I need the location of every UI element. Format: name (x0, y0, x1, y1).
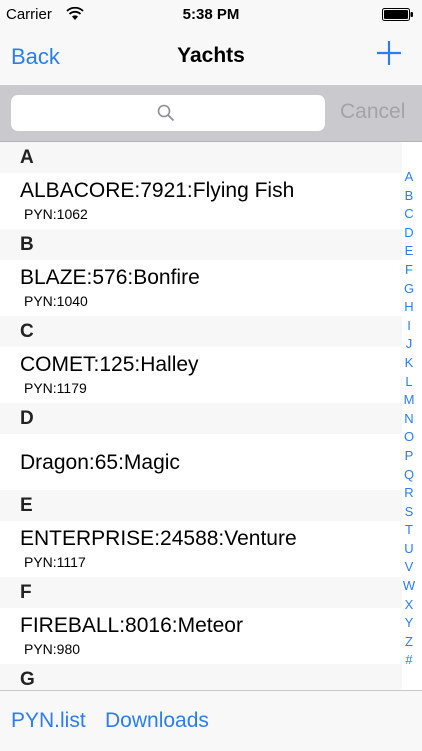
index-letter[interactable]: F (402, 261, 416, 280)
yacht-name: Dragon:65:Magic (20, 451, 180, 474)
status-time: 5:38 PM (182, 6, 240, 23)
add-icon[interactable] (376, 40, 402, 66)
index-letter[interactable]: H (402, 298, 416, 317)
yacht-name: BLAZE:576:Bonfire (20, 266, 200, 289)
index-letter[interactable]: O (402, 428, 416, 447)
list-item[interactable]: COMET:125:Halley PYN:1179 (0, 347, 402, 403)
section-header-f: F (0, 577, 402, 608)
index-letter[interactable]: D (402, 224, 416, 243)
yacht-name: ENTERPRISE:24588:Venture (20, 527, 297, 550)
index-letter[interactable]: Y (402, 614, 416, 633)
section-header-b: B (0, 229, 402, 260)
yacht-list[interactable]: A ALBACORE:7921:Flying Fish PYN:1062 B B… (0, 142, 402, 690)
index-letter[interactable]: J (402, 335, 416, 354)
section-header-g: G (0, 664, 402, 690)
yacht-pyn: PYN:1179 (24, 380, 87, 396)
cancel-button[interactable]: Cancel (340, 100, 405, 124)
section-header-e: E (0, 490, 402, 521)
index-letter[interactable]: I (402, 317, 416, 336)
navigation-bar: Back Yachts (0, 28, 422, 85)
index-letter[interactable]: # (402, 651, 416, 670)
index-letter[interactable]: M (402, 391, 416, 410)
pyn-list-button[interactable]: PYN.list (11, 709, 86, 733)
index-letter[interactable]: R (402, 484, 416, 503)
page-title: Yachts (177, 44, 245, 67)
search-input[interactable] (11, 95, 329, 133)
search-bar: Cancel (0, 85, 422, 142)
section-header-c: C (0, 316, 402, 347)
index-letter[interactable]: C (402, 205, 416, 224)
list-item[interactable]: ENTERPRISE:24588:Venture PYN:1117 (0, 521, 402, 577)
yacht-name: COMET:125:Halley (20, 353, 199, 376)
index-letter[interactable]: K (402, 354, 416, 373)
index-letter[interactable]: T (402, 521, 416, 540)
yacht-pyn: PYN:980 (24, 641, 81, 657)
list-item[interactable]: BLAZE:576:Bonfire PYN:1040 (0, 260, 402, 316)
yacht-pyn: PYN:1040 (24, 293, 88, 309)
index-letter[interactable]: B (402, 187, 416, 206)
index-letter[interactable]: A (402, 168, 416, 187)
list-item[interactable]: FIREBALL:8016:Meteor PYN:980 (0, 608, 402, 664)
yacht-name: FIREBALL:8016:Meteor (20, 614, 243, 637)
section-index[interactable]: A B C D E F G H I J K L M N O P Q R S T U V W X Y Z # (402, 168, 416, 670)
index-letter[interactable]: L (402, 373, 416, 392)
yacht-pyn: PYN:1117 (24, 554, 86, 570)
index-letter[interactable]: Z (402, 633, 416, 652)
search-field[interactable] (11, 95, 329, 133)
list-item[interactable]: ALBACORE:7921:Flying Fish PYN:1062 (0, 173, 402, 229)
index-letter[interactable]: V (402, 558, 416, 577)
index-letter[interactable]: W (402, 577, 416, 596)
battery-icon (382, 8, 413, 21)
yacht-name: ALBACORE:7921:Flying Fish (20, 179, 295, 202)
downloads-button[interactable]: Downloads (105, 709, 209, 733)
index-letter[interactable]: E (402, 242, 416, 261)
section-header-d: D (0, 403, 402, 434)
index-letter[interactable]: S (402, 503, 416, 522)
bottom-toolbar: PYN.list Downloads (0, 690, 422, 751)
list-item[interactable]: Dragon:65:Magic (0, 434, 402, 490)
index-letter[interactable]: N (402, 410, 416, 429)
index-letter[interactable]: X (402, 596, 416, 615)
index-letter[interactable]: Q (402, 466, 416, 485)
index-letter[interactable]: U (402, 540, 416, 559)
status-bar: Carrier 5:38 PM (0, 0, 422, 28)
yacht-pyn: PYN:1062 (24, 206, 88, 222)
section-header-a: A (0, 142, 402, 173)
index-letter[interactable]: P (402, 447, 416, 466)
index-letter[interactable]: G (402, 280, 416, 299)
